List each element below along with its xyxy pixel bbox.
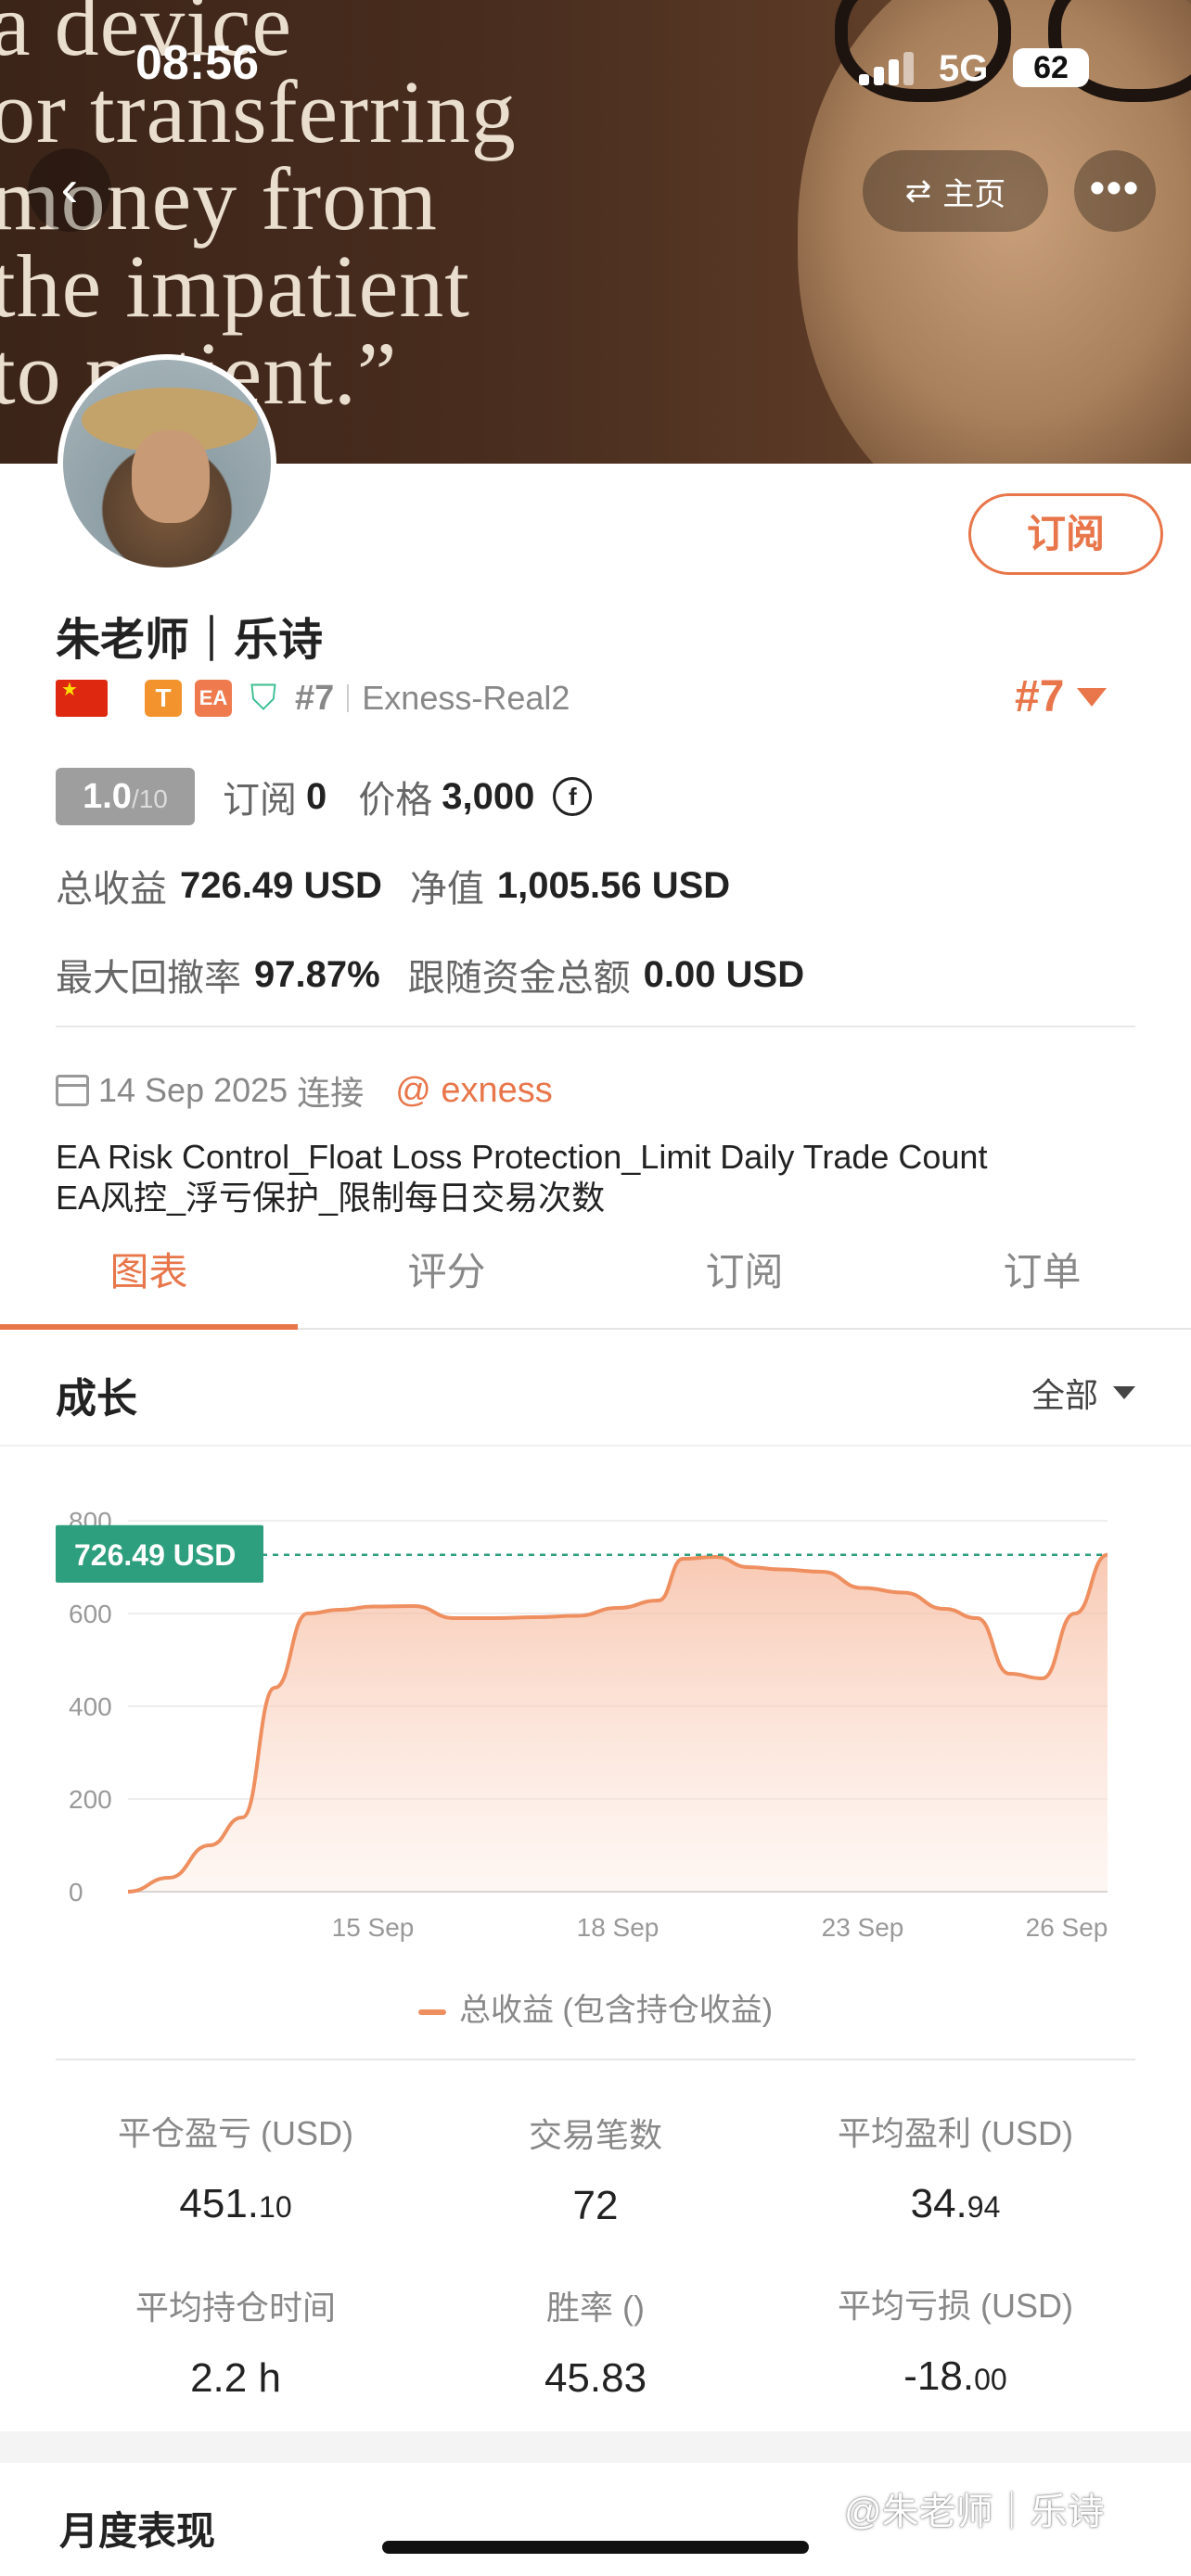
battery-icon: 62 [1013, 48, 1089, 87]
chevron-left-icon: ‹ [60, 159, 79, 217]
description-en: EA Risk Control_Float Loss Protection_Li… [56, 1138, 988, 1176]
account-server: Exness-Real2 [362, 679, 570, 717]
tab-chart[interactable]: 图表 [0, 1233, 298, 1330]
more-button[interactable]: ••• [1074, 150, 1156, 232]
verified-shield-icon: ⛉ [250, 679, 277, 718]
stat-closed-pnl: 平仓盈亏 (USD) 451.10 [118, 2114, 353, 2226]
coin-icon: f [553, 777, 593, 816]
follow-funds-value: 0.00 USD [643, 953, 805, 995]
x-tick-label: 26 Sep [1026, 1913, 1108, 1942]
current-value-label: 726.49 USD [74, 1538, 236, 1572]
cover-quote-line: the impatient [0, 236, 470, 336]
broker-link[interactable]: @ exness [395, 1071, 553, 1111]
swap-arrows-icon: ⇄ [904, 173, 932, 209]
connection-row: 14 Sep 2025 连接 @ exness [56, 1066, 553, 1115]
calendar-icon [56, 1075, 89, 1106]
growth-header: 成长 全部 [0, 1332, 1191, 1447]
avatar[interactable] [58, 354, 276, 573]
max-drawdown-value: 97.87% [254, 953, 380, 995]
y-tick-label: 0 [69, 1878, 83, 1906]
legend-swatch [417, 2009, 446, 2016]
current-value-tag: 726.49 USD [56, 1524, 263, 1583]
tab-rating[interactable]: 评分 [298, 1233, 596, 1328]
range-filter-label: 全部 [1031, 1376, 1099, 1414]
total-profit-label: 总收益 [56, 869, 167, 910]
home-button-label: 主页 [942, 176, 1006, 212]
price-label: 价格 [358, 780, 433, 821]
y-tick-label: 200 [69, 1785, 112, 1814]
ea-badge: EA [195, 680, 232, 717]
rating-badge: 1.0/10 [56, 768, 195, 825]
stat-avg-loss: 平均亏损 (USD) -18.00 [838, 2287, 1073, 2399]
profile-name: 朱老师｜乐诗 [56, 616, 324, 665]
x-tick-label: 18 Sep [577, 1913, 660, 1942]
connect-date: 14 Sep 2025 [98, 1071, 288, 1109]
strategy-description: EA Risk Control_Float Loss Protection_Li… [56, 1137, 987, 1218]
status-time: 08:56 [135, 36, 259, 90]
tab-bar: 图表 评分 订阅 订单 [0, 1233, 1191, 1330]
cover-quote-line: a device [0, 0, 293, 74]
divider [56, 1026, 1135, 1027]
divider [56, 2059, 1135, 2060]
more-dots-icon: ••• [1089, 163, 1141, 211]
stat-win-rate: 胜率 () 45.83 [544, 2289, 647, 2401]
tab-orders[interactable]: 订单 [893, 1233, 1191, 1328]
signal-icon [859, 52, 918, 85]
max-drawdown-label: 最大回撤率 [56, 958, 241, 999]
back-button[interactable]: ‹ [28, 148, 111, 232]
caret-down-icon [1077, 687, 1108, 707]
total-profit-value: 726.49 USD [180, 864, 382, 906]
china-flag-icon [56, 678, 108, 717]
section-gap [0, 2431, 1191, 2463]
profit-equity-row: 总收益 726.49 USD 净值 1,005.56 USD [56, 859, 758, 912]
stat-trade-count: 交易笔数 72 [528, 2116, 662, 2228]
x-tick-label: 15 Sep [332, 1913, 415, 1942]
growth-title: 成长 [56, 1376, 137, 1422]
subscribe-count-label: 订阅 [223, 780, 297, 821]
stat-avg-profit: 平均盈利 (USD) 34.94 [838, 2114, 1073, 2226]
divider [347, 684, 350, 712]
growth-area [128, 1554, 1108, 1892]
x-tick-label: 23 Sep [822, 1913, 904, 1942]
badge-row: T EA ⛉ #7 Exness-Real2 [56, 677, 570, 720]
growth-chart: 8006004002000 15 Sep 18 Sep 23 Sep 26 Sep 7… [56, 1507, 1108, 1942]
home-indicator[interactable] [382, 2541, 809, 2554]
equity-label: 净值 [409, 869, 484, 910]
subscribe-button[interactable]: 订阅 [968, 493, 1163, 575]
caret-down-icon [1113, 1386, 1136, 1399]
price-value: 3,000 [442, 775, 535, 817]
connect-label: 连接 [297, 1074, 365, 1112]
rank-label: #7 [295, 678, 335, 718]
rank-dropdown[interactable]: #7 [1015, 671, 1108, 722]
equity-value: 1,005.56 USD [496, 864, 731, 906]
legend-label: 总收益 (包含持仓收益) [458, 1993, 774, 2028]
chart-legend: 总收益 (包含持仓收益) [0, 1984, 1191, 2030]
drawdown-row: 最大回撤率 97.87% 跟随资金总额 0.00 USD [56, 948, 832, 1001]
home-button[interactable]: ⇄ 主页 [863, 150, 1048, 232]
description-zh: EA风控_浮亏保护_限制每日交易次数 [56, 1179, 606, 1217]
y-tick-label: 600 [69, 1600, 112, 1628]
network-label: 5G [939, 48, 989, 89]
stat-avg-hold-time: 平均持仓时间 2.2 h [134, 2289, 336, 2401]
follow-funds-label: 跟随资金总额 [407, 958, 631, 999]
summary-row: 1.0/10 订阅 0 价格 3,000 f [56, 768, 593, 825]
watermark: @朱老师｜乐诗 [844, 2492, 1105, 2532]
cover-quote-line: or transferring [0, 62, 517, 161]
range-filter-dropdown[interactable]: 全部 [1031, 1369, 1136, 1417]
monthly-performance-title: 月度表现 [59, 2509, 216, 2553]
rank-value: #7 [1015, 672, 1065, 721]
y-tick-label: 400 [69, 1692, 112, 1721]
trader-badge: T [145, 680, 182, 717]
cover-portrait [798, 0, 1191, 464]
tab-subscribe[interactable]: 订阅 [596, 1233, 893, 1328]
subscribe-count: 0 [306, 775, 327, 817]
